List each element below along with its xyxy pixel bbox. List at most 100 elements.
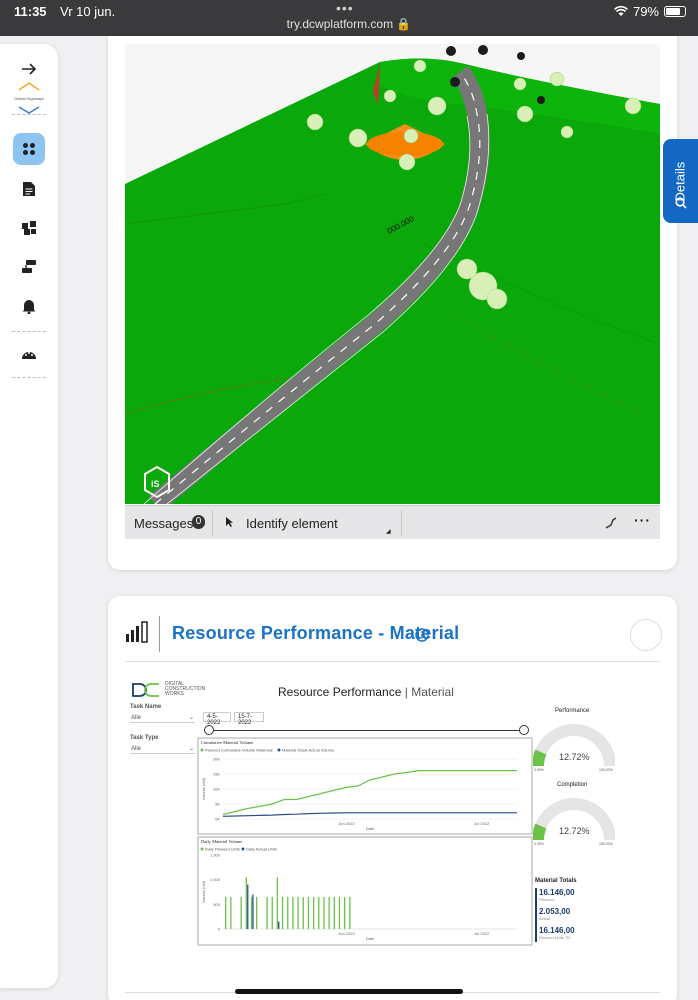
battery-percent: 79% bbox=[632, 4, 659, 19]
series-line-1 bbox=[222, 812, 517, 817]
search-details-icon bbox=[675, 197, 687, 209]
daily-chart-title: Daily Material Volume bbox=[201, 839, 242, 844]
bar-planned bbox=[287, 896, 289, 929]
bar-planned bbox=[225, 896, 227, 929]
dcw-logo-icon bbox=[132, 683, 159, 697]
gauge-icon[interactable] bbox=[14, 339, 44, 369]
y-axis-label: Volume (m3) bbox=[201, 777, 206, 800]
document-icon[interactable] bbox=[14, 174, 44, 204]
legend-label-actual-volume: Material Totals Actual Volume bbox=[282, 748, 335, 753]
date-from-input[interactable]: 4-5-2022 bbox=[203, 712, 231, 726]
charts-area: Cumulative Material Volume Planned Cumul… bbox=[197, 737, 533, 946]
y-tick-label: 0K bbox=[215, 817, 220, 822]
bar-planned bbox=[318, 896, 320, 929]
filter-select-task-name[interactable]: Alle ⌄ bbox=[130, 713, 195, 723]
legend-swatch-daily-planned bbox=[200, 847, 204, 851]
material-totals-label: Material Totals bbox=[535, 878, 577, 884]
filter-label-task-type: Task Type bbox=[130, 735, 159, 741]
bar-actual bbox=[278, 921, 280, 929]
bar-planned bbox=[250, 896, 253, 929]
completion-gauge-fill bbox=[533, 823, 547, 841]
viewer-toolbar: Messages 0 Identify element ◢ ··· bbox=[125, 505, 660, 539]
legend-swatch-actual bbox=[277, 748, 281, 752]
identify-element-button[interactable]: Identify element bbox=[246, 516, 338, 531]
cumulative-chart-plot: 0K 5K 10K 15K 20K Volume (m3) Jun 2022 Jul 2022… bbox=[201, 757, 517, 831]
messages-count-badge: 0 bbox=[192, 515, 205, 529]
bar-planned bbox=[302, 896, 304, 929]
completion-max: 100.00% bbox=[599, 842, 613, 846]
lock-icon: 🔒 bbox=[396, 17, 412, 31]
bar-planned bbox=[349, 896, 351, 929]
y-tick-label: 10K bbox=[213, 787, 220, 792]
bar-planned bbox=[328, 896, 330, 929]
more-options-icon[interactable]: ··· bbox=[634, 512, 651, 528]
alarm-bell-icon[interactable] bbox=[14, 291, 44, 321]
bar-planned bbox=[338, 896, 341, 929]
pointer-cursor-icon bbox=[226, 517, 233, 527]
x-tick-label: Jun 2022 bbox=[338, 821, 355, 826]
title-divider bbox=[159, 616, 160, 652]
date-range-end-handle[interactable] bbox=[519, 725, 529, 735]
bar-planned bbox=[245, 877, 247, 929]
bar-planned bbox=[230, 896, 232, 929]
y-tick-label: 0 bbox=[218, 927, 221, 932]
measure-icon[interactable] bbox=[605, 517, 617, 529]
total-planned: 16.146,00 Planned bbox=[539, 888, 575, 902]
completion-value: 12.72% bbox=[559, 826, 590, 836]
puzzle-icon[interactable] bbox=[14, 213, 44, 243]
x-axis-label: Date bbox=[366, 826, 375, 831]
performance-gauge-fill bbox=[533, 749, 547, 767]
toolbar-divider bbox=[401, 510, 402, 536]
y-tick-label: 5K bbox=[215, 802, 220, 807]
messages-label[interactable]: Messages bbox=[134, 516, 193, 531]
address-bar[interactable]: try.dcwplatform.com 🔒 bbox=[0, 17, 698, 31]
date-to-input[interactable]: 15-7-2022 bbox=[234, 712, 264, 726]
filter-select-task-type[interactable]: Alle ⌄ bbox=[130, 744, 195, 754]
cumulative-chart-title: Cumulative Material Volume bbox=[201, 740, 253, 745]
battery-icon bbox=[664, 6, 686, 17]
details-tab[interactable]: Details bbox=[663, 139, 698, 223]
completion-label: Completion bbox=[557, 782, 588, 788]
workflow-icon[interactable] bbox=[14, 252, 44, 282]
chevron-down-icon: ⌄ bbox=[188, 746, 194, 752]
info-icon[interactable] bbox=[415, 628, 429, 642]
bar-actual bbox=[247, 884, 249, 929]
series-line-0 bbox=[222, 769, 517, 816]
x-tick-label: Jul 2022 bbox=[474, 931, 490, 936]
bar-planned bbox=[292, 896, 294, 929]
performance-gauge: 12.72% 0.00% 100.00% bbox=[533, 724, 615, 772]
date-range-start-handle[interactable] bbox=[204, 725, 214, 735]
x-tick-label: Jul 2022 bbox=[474, 821, 490, 826]
logo-text: Global Highways bbox=[13, 96, 44, 101]
logo-chevron-down-icon bbox=[18, 106, 40, 114]
totals-accent-bar bbox=[535, 888, 537, 942]
multitask-dots-icon[interactable]: ••• bbox=[336, 0, 354, 16]
y-tick-label: 1.000 bbox=[210, 877, 221, 882]
y-axis-label: Volume (m3) bbox=[201, 880, 206, 903]
home-indicator[interactable] bbox=[235, 989, 463, 994]
dashboard-grid-icon[interactable] bbox=[13, 133, 45, 165]
powerbi-report-icon bbox=[126, 621, 148, 643]
status-indicators: 79% bbox=[614, 4, 686, 19]
x-axis-label: Date bbox=[366, 936, 375, 941]
bar-planned bbox=[256, 896, 258, 929]
total-planned-units-td: 16.146,00 Planned Units TD bbox=[539, 926, 575, 940]
status-bar: 11:35 Vr 10 jun. ••• try.dcwplatform.com… bbox=[0, 0, 698, 36]
sidebar: Global Highways bbox=[0, 44, 58, 988]
embedded-report: DIGITAL CONSTRUCTION WORKS Resource Perf… bbox=[125, 662, 660, 988]
bar-planned bbox=[281, 896, 284, 929]
3d-model-viewport[interactable]: 000.000 iS bbox=[125, 44, 660, 504]
x-tick-label: Jun 2022 bbox=[338, 931, 355, 936]
bar-planned bbox=[297, 896, 299, 929]
battery-fill bbox=[666, 8, 681, 15]
legend-label-daily-planned: Daily Planned Units bbox=[205, 847, 240, 852]
logo-chevron-icon bbox=[18, 82, 40, 91]
divider bbox=[12, 377, 46, 378]
y-tick-label: 1.500 bbox=[210, 853, 221, 858]
bar-planned bbox=[344, 896, 346, 929]
terrain-scene: 000.000 iS bbox=[125, 44, 660, 504]
total-actual: 2.053,00 Actual bbox=[539, 907, 571, 921]
panel-options-button[interactable] bbox=[630, 619, 662, 651]
dropdown-corner-icon[interactable]: ◢ bbox=[386, 528, 391, 535]
bar-planned bbox=[240, 896, 242, 929]
